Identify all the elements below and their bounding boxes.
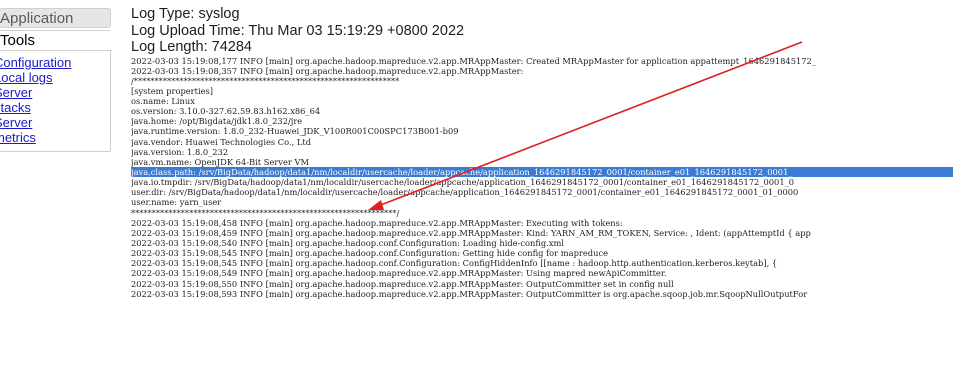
log-line: java.vendor: Huawei Technologies Co., Lt…: [131, 136, 312, 147]
log-line: user.name: yarn_user: [131, 197, 222, 208]
log-line: 2022-03-03 15:19:08,458 INFO [main] org.…: [131, 217, 623, 228]
log-view: Log Type: syslog Log Upload Time: Thu Ma…: [131, 6, 953, 299]
log-line: 2022-03-03 15:19:08,357 INFO [main] org.…: [131, 65, 524, 76]
local-logs-link[interactable]: Local logs: [0, 70, 110, 85]
log-line: 2022-03-03 15:19:08,177 INFO [main] org.…: [131, 55, 816, 66]
server-stacks-link[interactable]: stacks: [0, 100, 110, 115]
log-line: 2022-03-03 15:19:08,550 INFO [main] org.…: [131, 278, 674, 289]
log-upload-time: Log Upload Time: Thu Mar 03 15:19:29 +08…: [131, 22, 465, 39]
log-line: ****************************************…: [131, 207, 400, 218]
log-line: 2022-03-03 15:19:08,545 INFO [main] org.…: [131, 258, 778, 269]
log-line: os.version: 3.10.0-327.62.59.83.h162.x86…: [131, 106, 321, 117]
tools-section: Tools Configuration Local logs Server st…: [0, 30, 112, 152]
log-line: java.vm.name: OpenJDK 64-Bit Server VM: [131, 156, 309, 167]
configuration-link[interactable]: Configuration: [0, 55, 110, 70]
log-line: 2022-03-03 15:19:08,545 INFO [main] org.…: [131, 248, 608, 259]
tools-section-header[interactable]: Tools: [0, 31, 112, 51]
log-line: java.runtime.version: 1.8.0_232-Huawei_J…: [131, 126, 459, 137]
log-line: [system properties]: [131, 85, 214, 96]
log-content[interactable]: 2022-03-03 15:19:08,177 INFO [main] org.…: [131, 56, 953, 299]
log-line: 2022-03-03 15:19:08,549 INFO [main] org.…: [131, 268, 667, 279]
server-metrics-link[interactable]: Server: [0, 115, 110, 130]
log-length: Log Length: 74284: [131, 39, 252, 55]
log-line-highlighted: java.class.path: /srv/BigData/hadoop/dat…: [131, 167, 953, 178]
log-line: os.name: Linux: [131, 96, 195, 107]
application-section-header[interactable]: Application: [0, 8, 111, 28]
server-stacks-link[interactable]: Server: [0, 85, 110, 100]
log-line: 2022-03-03 15:19:08,540 INFO [main] org.…: [131, 238, 565, 249]
server-metrics-link[interactable]: metrics: [0, 130, 110, 145]
log-line: java.home: /opt/Bigdata/jdk1.8.0_232/jre: [131, 116, 303, 127]
tools-links: Configuration Local logs Server stacks S…: [0, 51, 110, 151]
log-line: /***************************************…: [131, 75, 400, 86]
log-line: 2022-03-03 15:19:08,459 INFO [main] org.…: [131, 227, 811, 238]
log-type: Log Type: syslog: [131, 6, 240, 22]
log-line: 2022-03-03 15:19:08,593 INFO [main] org.…: [131, 288, 808, 299]
sidebar: Application Tools Configuration Local lo…: [0, 8, 112, 152]
log-line: java.io.tmpdir: /srv/BigData/hadoop/data…: [131, 177, 795, 188]
log-line: user.dir: /srv/BigData/hadoop/data1/nm/l…: [131, 187, 799, 198]
log-line: java.version: 1.8.0_232: [131, 146, 229, 157]
